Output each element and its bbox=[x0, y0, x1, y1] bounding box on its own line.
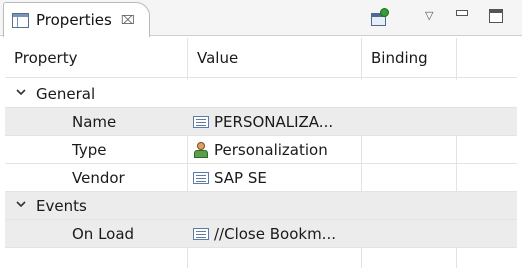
text-value-icon bbox=[193, 115, 209, 128]
view-header: Properties ⌧ ▽ bbox=[0, 0, 522, 37]
close-tab-icon[interactable]: ⌧ bbox=[121, 13, 135, 27]
group-label: Events bbox=[36, 196, 87, 215]
empty-row bbox=[5, 248, 517, 268]
column-header-value[interactable]: Value bbox=[197, 38, 238, 77]
maximize-icon[interactable] bbox=[489, 9, 503, 23]
tab-title: Properties bbox=[36, 11, 112, 29]
properties-tab[interactable]: Properties ⌧ bbox=[3, 2, 150, 37]
property-name: Type bbox=[72, 140, 107, 159]
properties-table: Property Value Binding General Name PERS… bbox=[5, 38, 517, 268]
chevron-down-icon[interactable] bbox=[15, 198, 27, 210]
column-header-property[interactable]: Property bbox=[14, 38, 77, 77]
property-name: Name bbox=[72, 112, 117, 131]
group-label: General bbox=[36, 84, 96, 103]
property-row[interactable]: Name PERSONALIZA... bbox=[5, 108, 517, 136]
property-row[interactable]: On Load //Close Bookm... bbox=[5, 220, 517, 248]
property-value[interactable]: PERSONALIZA... bbox=[193, 108, 358, 135]
column-header-binding[interactable]: Binding bbox=[371, 38, 428, 77]
text-value-icon bbox=[193, 227, 209, 240]
person-icon bbox=[193, 141, 209, 158]
group-row-general[interactable]: General bbox=[5, 80, 517, 108]
property-row[interactable]: Vendor SAP SE bbox=[5, 164, 517, 192]
property-value[interactable]: SAP SE bbox=[193, 164, 358, 191]
property-name: Vendor bbox=[72, 168, 125, 187]
text-value-icon bbox=[193, 171, 209, 184]
view-menu-icon[interactable]: ▽ bbox=[425, 9, 433, 22]
property-row[interactable]: Type Personalization bbox=[5, 136, 517, 164]
property-name: On Load bbox=[72, 224, 135, 243]
chevron-down-icon[interactable] bbox=[15, 86, 27, 98]
minimize-icon[interactable] bbox=[456, 10, 468, 16]
properties-view-icon bbox=[12, 12, 29, 28]
pin-to-selection-icon[interactable] bbox=[370, 8, 390, 27]
property-value[interactable]: //Close Bookm... bbox=[193, 220, 358, 247]
group-row-events[interactable]: Events bbox=[5, 192, 517, 220]
property-value[interactable]: Personalization bbox=[193, 136, 358, 163]
